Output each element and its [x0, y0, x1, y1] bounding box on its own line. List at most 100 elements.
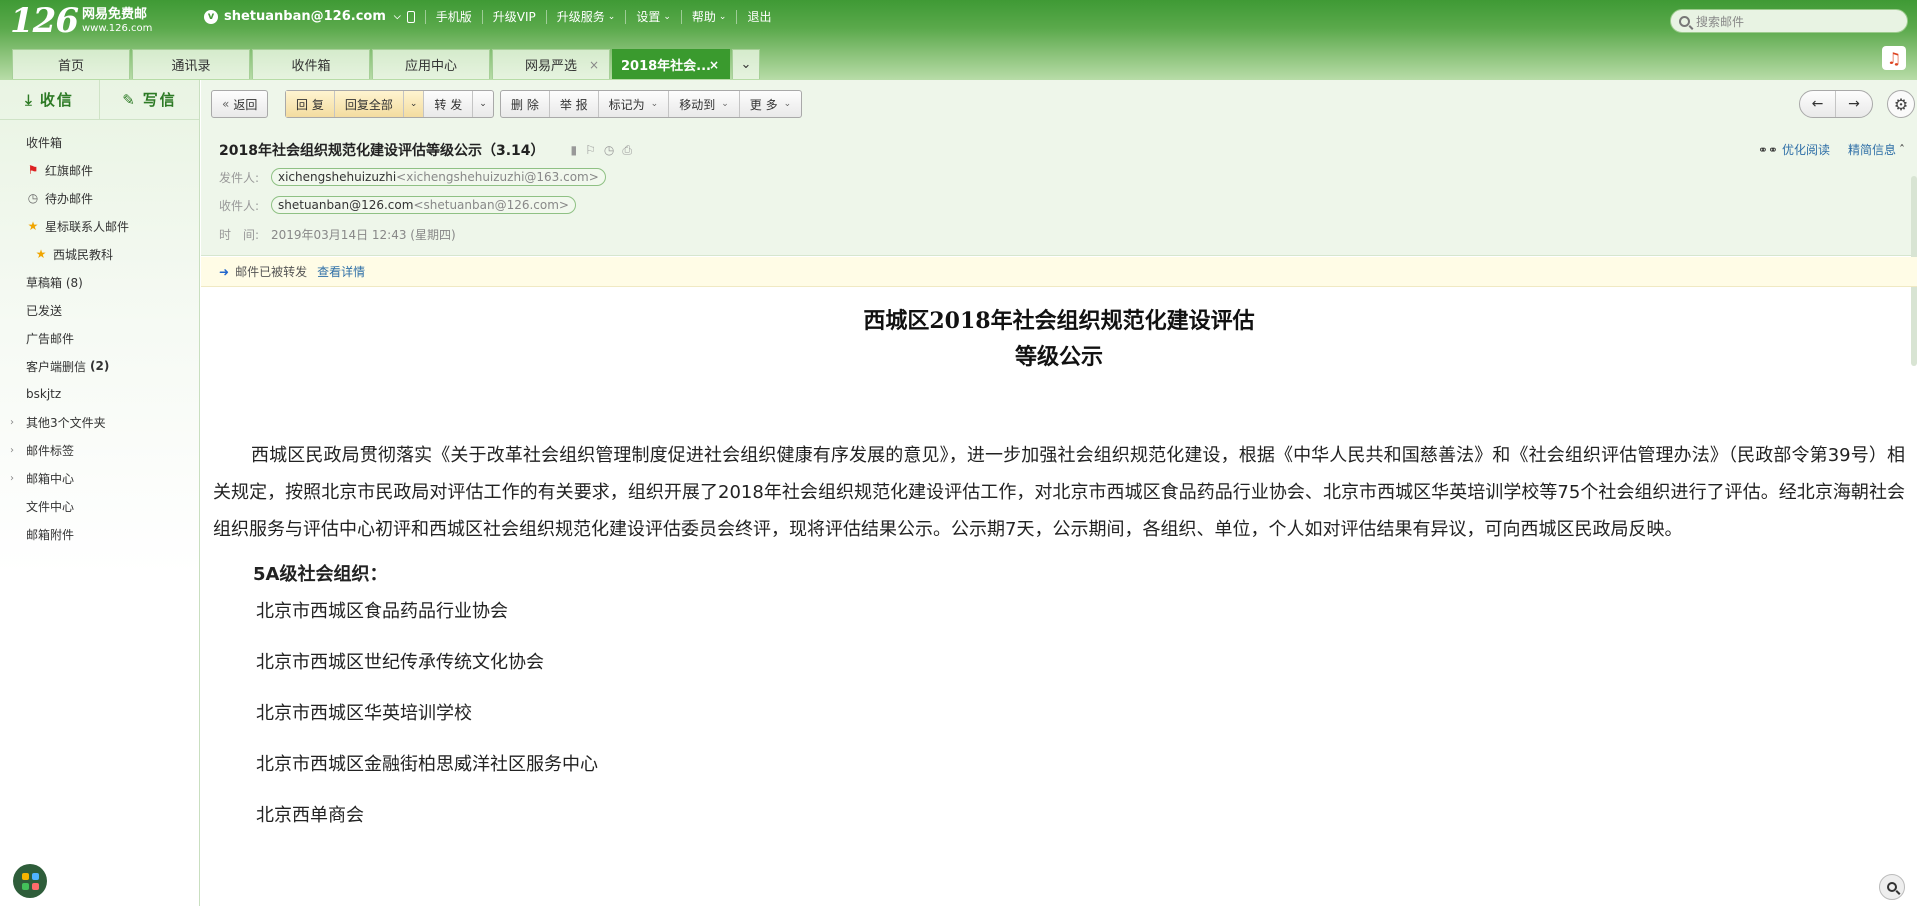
reply-options-dropdown[interactable]: ⌄: [402, 91, 425, 117]
more-label: 更 多: [749, 97, 778, 112]
sidebar-item-todo[interactable]: ◷ 待办邮件: [0, 184, 199, 212]
sidebar-item-bskjtz[interactable]: bskjtz: [0, 380, 199, 408]
mail-header: 2018年社会组织规范化建设评估等级公示（3.14） ▮ ⚐ ◷ ⎙ 发件人: …: [201, 128, 1917, 366]
mark-as-menu[interactable]: 标记为 ⌄: [599, 91, 670, 117]
star-icon: ★: [35, 247, 47, 261]
sidebar-item-starred-contacts[interactable]: ★ 星标联系人邮件: [0, 212, 199, 240]
logout-link[interactable]: 退出: [736, 9, 781, 24]
report-button[interactable]: 举 报: [550, 91, 599, 117]
sidebar-item-label: 邮件标签: [26, 443, 75, 458]
receive-mail-button[interactable]: ⤓ 收信: [0, 80, 100, 119]
tab-home[interactable]: 首页: [12, 49, 130, 79]
print-icon[interactable]: ⎙: [622, 143, 632, 158]
forward-options-dropdown[interactable]: ⌄: [472, 91, 493, 117]
document-paragraph: 西城区民政局贯彻落实《关于改革社会组织管理制度促进社会组织健康有序发展的意见》，…: [213, 445, 1905, 540]
account-menu[interactable]: v shetuanban@126.com ⌵: [204, 9, 401, 24]
close-icon[interactable]: ×: [709, 58, 719, 72]
forward-button[interactable]: 转 发: [424, 91, 472, 117]
sidebar-item-label: 草稿箱 (8): [26, 275, 83, 290]
chevron-down-icon: ⌄: [650, 99, 659, 109]
star-icon: ★: [27, 219, 39, 233]
chevron-down-icon: ⌄: [740, 57, 752, 72]
grade-heading: 5A级社会组织：: [253, 564, 388, 585]
arrow-left-icon: ←: [1811, 96, 1824, 112]
gear-icon[interactable]: ⚙: [1887, 90, 1915, 118]
apps-grid-button[interactable]: [13, 864, 47, 898]
optimize-reading-label: 优化阅读: [1781, 143, 1830, 157]
sidebar-item-mailbox-center[interactable]: › 邮箱中心: [0, 464, 199, 492]
mobile-version-link[interactable]: 手机版: [424, 9, 482, 24]
chevron-down-icon: ⌄: [409, 99, 418, 109]
optimize-reading-link[interactable]: ⚭⚭ 优化阅读: [1758, 141, 1830, 158]
clock-icon: ◷: [27, 191, 39, 205]
header-actions: ⚭⚭ 优化阅读 精简信息 ˆ: [1758, 141, 1905, 158]
clock-icon[interactable]: ◷: [604, 143, 614, 158]
tab-app-center[interactable]: 应用中心: [372, 49, 490, 79]
mail-subject: 2018年社会组织规范化建设评估等级公示（3.14） ▮ ⚐ ◷ ⎙: [219, 140, 632, 160]
account-email: shetuanban@126.com: [224, 9, 386, 24]
back-button[interactable]: «返回: [212, 91, 267, 117]
time-value: 2019年03月14日 12:43 (星期四): [271, 228, 456, 242]
search-input[interactable]: 搜索邮件: [1670, 9, 1908, 33]
upgrade-vip-link[interactable]: 升级VIP: [481, 9, 546, 24]
music-icon[interactable]: ♫: [1882, 46, 1906, 70]
sender-chip[interactable]: xichengshehuizuzhi<xichengshehuizuzhi@16…: [271, 168, 606, 186]
compose-button[interactable]: ✎ 写信: [100, 80, 199, 119]
more-menu[interactable]: 更 多 ⌄: [740, 91, 801, 117]
tab-yanxuan[interactable]: 网易严选 ×: [492, 49, 610, 79]
forward-arrow-icon: ➜: [219, 264, 230, 279]
tab-more-button[interactable]: ⌄: [732, 49, 760, 79]
settings-menu[interactable]: 设置 ⌄: [625, 9, 681, 24]
sidebar-item-mail-tags[interactable]: › 邮件标签: [0, 436, 199, 464]
sidebar-item-flagged[interactable]: ⚑ 红旗邮件: [0, 156, 199, 184]
edit-icon: ✎: [122, 90, 135, 109]
previous-mail-button[interactable]: ←: [1800, 91, 1836, 117]
logo[interactable]: 126 网易免费邮 www.126.com: [10, 4, 152, 38]
sidebar-item-inbox[interactable]: 收件箱: [0, 128, 199, 156]
sidebar-item-label: 已发送: [26, 303, 63, 318]
chevron-up-icon: ˆ: [1899, 143, 1905, 157]
sidebar-item-file-center[interactable]: 文件中心: [0, 492, 199, 520]
main-tabs: 首页 通讯录 收件箱 应用中心 网易严选 × 2018年社会... × ⌄: [12, 49, 762, 79]
list-item: 北京西单商会: [256, 805, 364, 826]
recipient-name: shetuanban@126.com: [278, 198, 414, 212]
brief-info-link[interactable]: 精简信息 ˆ: [1848, 141, 1905, 158]
tab-current-mail[interactable]: 2018年社会... ×: [612, 49, 730, 79]
sidebar-item-xicheng-minjiao[interactable]: ★ 西城民教科: [0, 240, 199, 268]
reply-label: 回 复: [296, 97, 324, 112]
sidebar-item-sent[interactable]: 已发送: [0, 296, 199, 324]
phone-icon[interactable]: [406, 10, 415, 23]
sidebar-item-client-deleted[interactable]: 客户端删信 (2): [0, 352, 199, 380]
mail-nav-group: ← →: [1799, 90, 1873, 118]
reply-all-button[interactable]: 回复全部: [334, 91, 403, 117]
logo-domain: www.126.com: [81, 23, 153, 34]
close-icon[interactable]: ×: [589, 58, 599, 72]
move-to-menu[interactable]: 移动到 ⌄: [669, 91, 740, 117]
reply-button[interactable]: 回 复: [286, 91, 335, 117]
next-mail-button[interactable]: →: [1836, 91, 1872, 117]
mail-subject-text: 2018年社会组织规范化建设评估等级公示（3.14）: [219, 143, 545, 159]
view-details-link[interactable]: 查看详情: [317, 263, 365, 280]
upgrade-service-menu[interactable]: 升级服务 ⌄: [545, 9, 626, 24]
tab-contacts[interactable]: 通讯录: [132, 49, 250, 79]
chevron-down-icon: ⌄: [607, 11, 616, 22]
tab-inbox[interactable]: 收件箱: [252, 49, 370, 79]
bookmark-icon[interactable]: ▮: [571, 143, 578, 158]
double-chevron-left-icon: «: [222, 97, 230, 111]
chevron-right-icon: ›: [10, 416, 14, 428]
forward-notice-text: 邮件已被转发: [235, 265, 308, 279]
sidebar-item-other-folders[interactable]: › 其他3个文件夹: [0, 408, 199, 436]
sidebar-item-label: 红旗邮件: [45, 163, 94, 178]
help-menu[interactable]: 帮助 ⌄: [680, 9, 737, 24]
forward-label: 转 发: [434, 97, 463, 112]
sidebar-item-label: 西城民教科: [53, 247, 114, 262]
chevron-down-icon: ⌵: [393, 11, 401, 22]
sidebar-item-ads[interactable]: 广告邮件: [0, 324, 199, 352]
brief-info-label: 精简信息: [1847, 143, 1896, 157]
recipient-chip[interactable]: shetuanban@126.com<shetuanban@126.com>: [271, 196, 576, 214]
sidebar-item-drafts[interactable]: 草稿箱 (8): [0, 268, 199, 296]
delete-button[interactable]: 删 除: [501, 91, 550, 117]
flag-icon[interactable]: ⚐: [585, 143, 596, 158]
sidebar-item-attachments[interactable]: 邮箱附件: [0, 520, 199, 548]
zoom-button[interactable]: [1879, 874, 1905, 900]
